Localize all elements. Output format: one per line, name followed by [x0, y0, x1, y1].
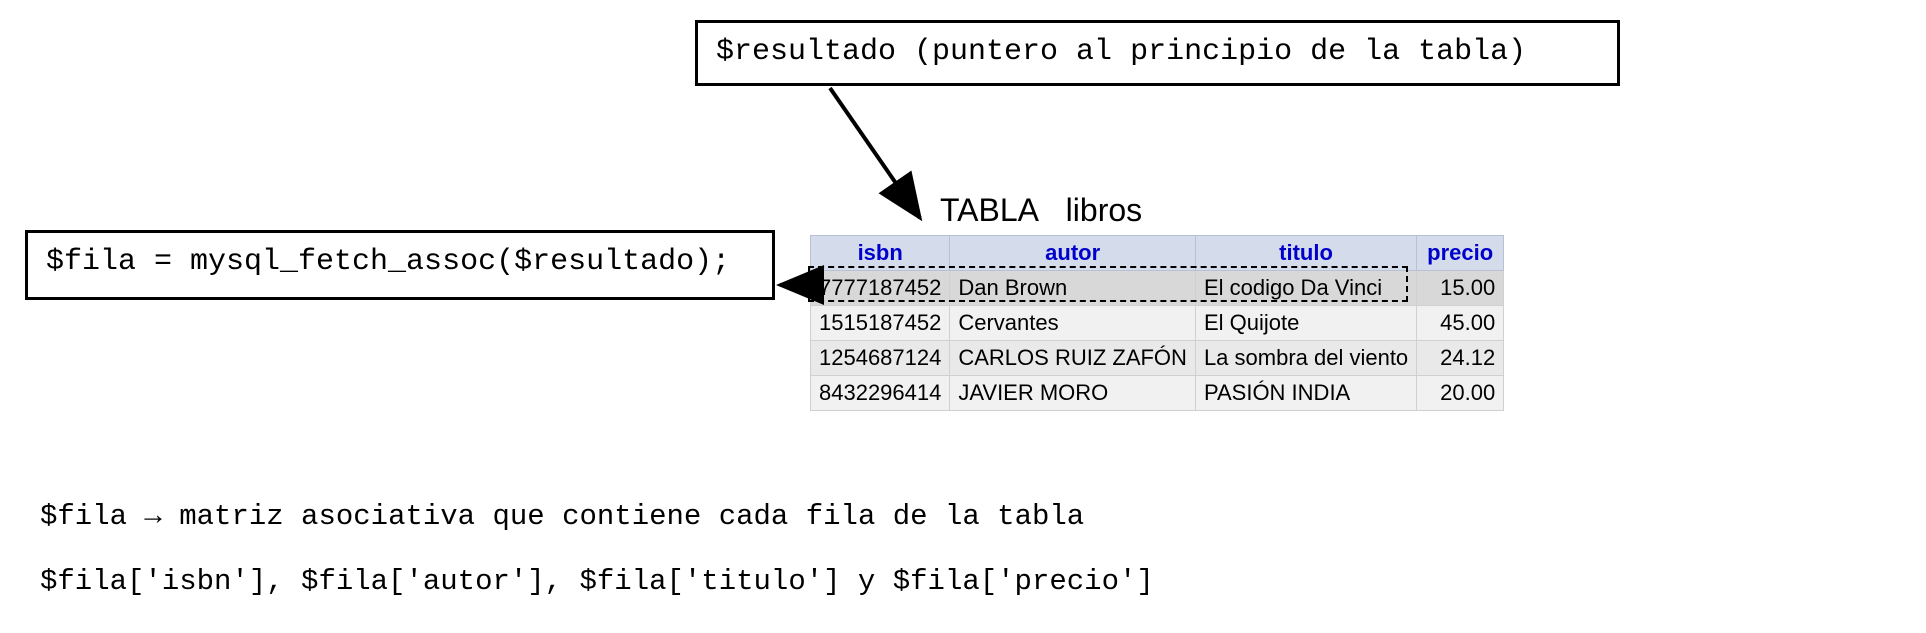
cell-autor: Cervantes — [950, 306, 1196, 341]
cell-precio: 24.12 — [1417, 341, 1504, 376]
fila-assignment-box: $fila = mysql_fetch_assoc($resultado); — [25, 230, 775, 300]
cell-autor: JAVIER MORO — [950, 376, 1196, 411]
fila-assignment-text: $fila = mysql_fetch_assoc($resultado); — [46, 245, 730, 279]
col-precio: precio — [1417, 236, 1504, 271]
resultado-text: $resultado (puntero al principio de la t… — [716, 35, 1526, 69]
table-libros: isbn autor titulo precio 7777187452Dan B… — [810, 235, 1504, 411]
table-row: 7777187452Dan BrownEl codigo Da Vinci15.… — [811, 271, 1504, 306]
explain-line-1-text: matriz asociativa que contiene cada fila… — [162, 500, 1084, 533]
cell-titulo: PASIÓN INDIA — [1195, 376, 1416, 411]
table-header-row: isbn autor titulo precio — [811, 236, 1504, 271]
explain-fila-var: $fila — [40, 500, 144, 533]
cell-isbn: 8432296414 — [811, 376, 950, 411]
cell-precio: 15.00 — [1417, 271, 1504, 306]
cell-isbn: 1515187452 — [811, 306, 950, 341]
cell-precio: 45.00 — [1417, 306, 1504, 341]
col-titulo: titulo — [1195, 236, 1416, 271]
table-row: 1515187452CervantesEl Quijote45.00 — [811, 306, 1504, 341]
cell-titulo: El Quijote — [1195, 306, 1416, 341]
cell-isbn: 1254687124 — [811, 341, 950, 376]
cell-isbn: 7777187452 — [811, 271, 950, 306]
col-autor: autor — [950, 236, 1196, 271]
cell-titulo: El codigo Da Vinci — [1195, 271, 1416, 306]
cell-titulo: La sombra del viento — [1195, 341, 1416, 376]
cell-autor: Dan Brown — [950, 271, 1196, 306]
arrow-right-icon: → — [144, 500, 161, 533]
cell-autor: CARLOS RUIZ ZAFÓN — [950, 341, 1196, 376]
cell-precio: 20.00 — [1417, 376, 1504, 411]
table-row: 1254687124CARLOS RUIZ ZAFÓNLa sombra del… — [811, 341, 1504, 376]
table-row: 8432296414JAVIER MOROPASIÓN INDIA20.00 — [811, 376, 1504, 411]
explain-line-2: $fila['isbn'], $fila['autor'], $fila['ti… — [40, 565, 1154, 598]
table-libros-container: TABLA libros isbn autor titulo precio 77… — [810, 192, 1504, 411]
table-title: TABLA libros — [810, 192, 1504, 229]
resultado-box: $resultado (puntero al principio de la t… — [695, 20, 1620, 86]
col-isbn: isbn — [811, 236, 950, 271]
explain-line-1: $fila → matriz asociativa que contiene c… — [40, 500, 1084, 533]
